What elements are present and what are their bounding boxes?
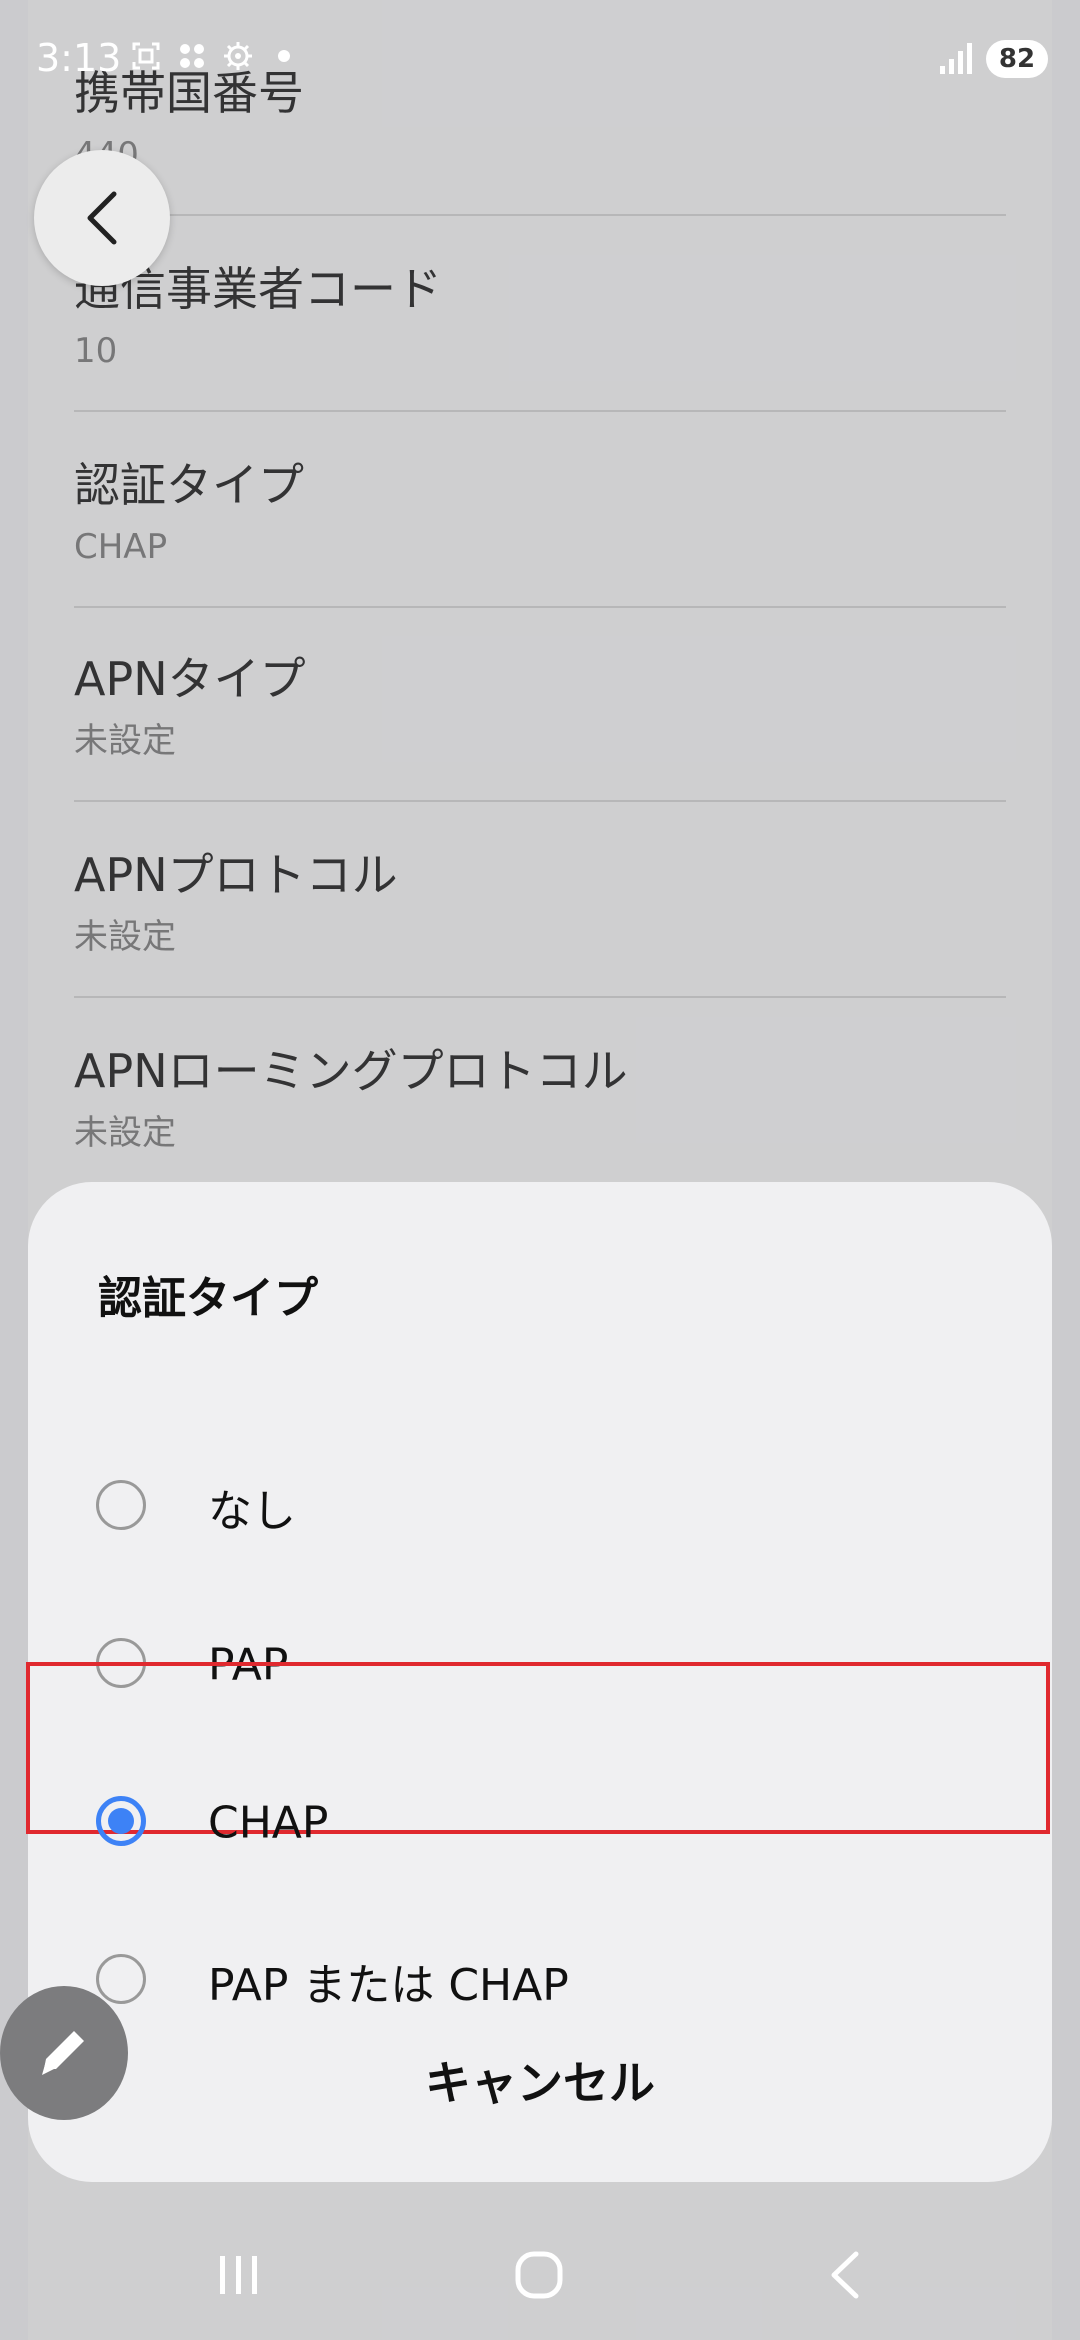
auth-type-dialog: 認証タイプ なし PAP CHAP PAP または CHAP キャンセル xyxy=(26,1182,1052,2182)
radio-button-checked[interactable] xyxy=(96,1796,146,1846)
edit-fab[interactable] xyxy=(0,1986,128,2120)
pencil-icon xyxy=(42,2031,84,2075)
cancel-button[interactable]: キャンセル xyxy=(28,2020,1052,2140)
gear-icon xyxy=(224,42,252,70)
recents-icon[interactable] xyxy=(212,2248,266,2302)
back-button[interactable] xyxy=(34,150,170,286)
status-bar: 3:13 82 xyxy=(0,0,1080,120)
notification-dot xyxy=(278,50,290,62)
option-label: PAP または CHAP xyxy=(208,1960,569,2011)
back-arrow-icon xyxy=(87,191,117,245)
option-label: CHAP xyxy=(208,1797,329,1849)
status-notification-icons xyxy=(130,40,290,72)
apps-grid-icon xyxy=(180,44,204,68)
signal-icon xyxy=(940,43,972,74)
option-chap[interactable]: CHAP xyxy=(28,1744,1052,1902)
battery-indicator: 82 xyxy=(986,40,1048,78)
back-icon[interactable] xyxy=(818,2248,872,2302)
home-icon[interactable] xyxy=(512,2248,566,2302)
dialog-title: 認証タイプ xyxy=(98,1273,318,1324)
option-label: なし xyxy=(208,1486,296,1537)
option-none[interactable]: なし xyxy=(28,1428,1052,1586)
status-time: 3:13 xyxy=(36,36,122,80)
radio-button[interactable] xyxy=(96,1954,146,2004)
radio-button[interactable] xyxy=(96,1480,146,1530)
screenshot-icon xyxy=(132,42,160,70)
navigation-bar xyxy=(0,2200,1080,2340)
